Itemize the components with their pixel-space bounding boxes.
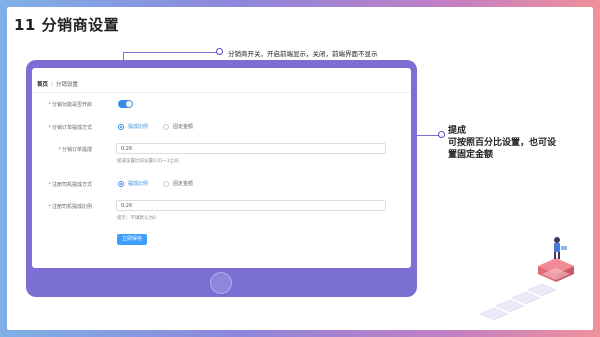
distribution-toggle[interactable] bbox=[118, 100, 133, 108]
radio-label: 提成比例 bbox=[128, 181, 149, 187]
driver-mode-label: *注册司机提成方式 bbox=[48, 182, 92, 188]
order-rate-input[interactable]: 0.26 bbox=[116, 143, 386, 154]
save-button[interactable]: 立即保存 bbox=[117, 234, 148, 245]
breadcrumb-separator: / bbox=[51, 82, 53, 88]
tablet-screen: 首页 / 分销设置 *分销功能是否开启 *分销订单提成方式 提成比例 固定金额 *分… bbox=[32, 68, 411, 268]
order-rate-hint: 提成设置比较设置0.01~1之间 bbox=[117, 159, 179, 164]
breadcrumb-home[interactable]: 首页 bbox=[37, 82, 48, 88]
callout-right-line: 可按照百分比设置，也可设 bbox=[448, 138, 557, 148]
radio-label: 固定金额 bbox=[173, 181, 194, 187]
callout-right-line: 提成 bbox=[448, 126, 467, 136]
breadcrumb: 首页 / 分销设置 bbox=[37, 80, 78, 88]
driver-mode-radio-percent[interactable]: 提成比例 bbox=[118, 180, 148, 187]
driver-rate-input[interactable]: 0.26 bbox=[116, 200, 386, 211]
slide-title: 11 分销商设置 bbox=[14, 16, 120, 34]
order-rate-label: *分销订单提成 bbox=[58, 147, 92, 153]
driver-rate-hint: 提示：不填默认为0 bbox=[117, 216, 156, 221]
callout-right-text: 提成 可按照百分比设置，也可设 置固定金额 bbox=[448, 125, 556, 161]
staircase-illustration bbox=[479, 237, 574, 321]
driver-rate-label-text: 注册司机提成比例 bbox=[51, 204, 92, 210]
radio-label: 提成比例 bbox=[128, 124, 149, 130]
enable-label-text: 分销功能是否开启 bbox=[51, 102, 92, 108]
driver-rate-label: *注册司机提成比例 bbox=[48, 204, 92, 210]
callout-connector bbox=[417, 135, 440, 136]
callout-right-line: 置固定金额 bbox=[448, 150, 494, 160]
order-mode-label-text: 分销订单提成方式 bbox=[51, 125, 92, 131]
tablet-home-button bbox=[210, 272, 232, 294]
order-mode-label: *分销订单提成方式 bbox=[48, 125, 92, 131]
order-mode-radio-fixed[interactable]: 固定金额 bbox=[163, 123, 193, 130]
radio-label: 固定金额 bbox=[173, 124, 194, 130]
order-rate-label-text: 分销订单提成 bbox=[61, 147, 92, 153]
callout-connector bbox=[123, 52, 217, 53]
enable-label: *分销功能是否开启 bbox=[48, 102, 92, 108]
divider bbox=[32, 92, 411, 93]
tablet-frame: 首页 / 分销设置 *分销功能是否开启 *分销订单提成方式 提成比例 固定金额 *分… bbox=[26, 60, 417, 297]
callout-top-text: 分销商开关，开启前端显示，关闭，前端界面不显示 bbox=[228, 50, 378, 58]
callout-dot bbox=[216, 48, 223, 55]
callout-dot bbox=[438, 131, 445, 138]
driver-mode-radio-fixed[interactable]: 固定金额 bbox=[163, 180, 193, 187]
order-mode-radio-percent[interactable]: 提成比例 bbox=[118, 123, 148, 130]
driver-mode-label-text: 注册司机提成方式 bbox=[51, 182, 92, 188]
breadcrumb-current: 分销设置 bbox=[55, 82, 78, 88]
